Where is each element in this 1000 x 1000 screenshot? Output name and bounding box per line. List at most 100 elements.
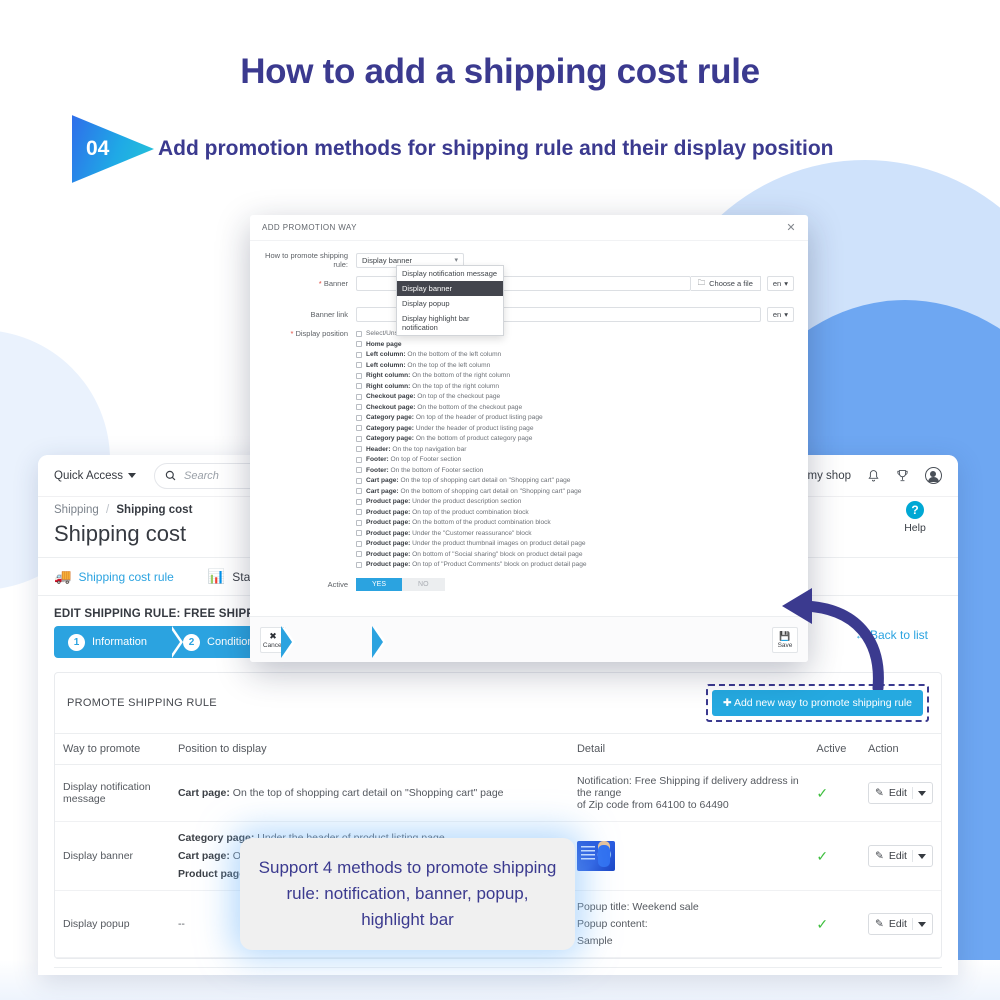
display-position-item-22[interactable]: Product page: On top of "Product Comment… — [356, 560, 794, 569]
add-new-promotion-button[interactable]: ✚ Add new way to promote shipping rule — [711, 690, 923, 716]
dropdown-option-highlight-bar[interactable]: Display highlight bar notification — [397, 311, 503, 335]
display-position-item-label-13: Footer: On the bottom of Footer section — [366, 466, 484, 474]
display-position-item-17[interactable]: Product page: On top of the product comb… — [356, 508, 794, 517]
dropdown-option-notification[interactable]: Display notification message — [397, 266, 503, 281]
display-position-item-label-8: Category page: On top of the header of p… — [366, 414, 543, 421]
row3-detail-line-1: Popup title: Weekend sale — [576, 901, 699, 913]
toggle-yes[interactable]: YES — [356, 577, 403, 591]
promote-method-dropdown[interactable]: Display notification message Display ban… — [396, 265, 504, 336]
checkbox-icon[interactable] — [356, 414, 362, 421]
row1-way: Display notification message — [55, 764, 170, 822]
modal-body: How to promote shipping rule: Display ba… — [250, 241, 808, 591]
banner-link-lang-selector[interactable]: en ▾ — [766, 307, 794, 322]
checkbox-icon[interactable] — [356, 456, 362, 463]
checkbox-icon[interactable] — [356, 341, 362, 347]
active-toggle[interactable]: YES NO — [356, 577, 445, 591]
toggle-no[interactable]: NO — [402, 577, 445, 591]
row2-way: Display banner — [55, 821, 170, 891]
checkbox-icon[interactable] — [356, 509, 362, 515]
col-way-to-promote: Way to promote — [55, 734, 170, 765]
dropdown-option-popup[interactable]: Display popup — [397, 296, 503, 311]
banner-lang-selector[interactable]: en ▾ — [766, 276, 794, 291]
display-position-item-label-12: Footer: On top of Footer section — [366, 456, 462, 463]
display-position-item-10[interactable]: Category page: On the bottom of product … — [356, 434, 794, 443]
display-position-item-11[interactable]: Header: On the top navigation bar — [356, 445, 794, 454]
display-position-item-3[interactable]: Left column: On the top of the left colu… — [356, 361, 794, 370]
modal-title: ADD PROMOTION WAY — [262, 223, 357, 232]
checkbox-icon[interactable] — [356, 404, 362, 410]
checkbox-icon[interactable] — [356, 393, 362, 400]
banner-row: * Banner 🗀 Choose a file en ▾ — [264, 276, 794, 291]
active-label: Active — [327, 579, 348, 589]
checkbox-icon[interactable] — [356, 551, 362, 557]
tab-shipping-cost-rule[interactable]: 🚚 Shipping cost rule — [54, 568, 174, 585]
chevron-down-icon: ▾ — [784, 310, 788, 319]
close-icon[interactable]: ✕ — [786, 221, 796, 234]
display-position-item-9[interactable]: Category page: Under the header of produ… — [356, 424, 794, 433]
checkbox-icon[interactable] — [356, 561, 362, 568]
checkbox-icon[interactable] — [356, 351, 362, 358]
display-position-item-16[interactable]: Product page: Under the product descript… — [356, 497, 794, 506]
display-position-item-4[interactable]: Right column: On the bottom of the right… — [356, 371, 794, 380]
chevron-down-icon: ▾ — [784, 279, 788, 288]
bell-icon[interactable] — [867, 469, 880, 483]
breadcrumb-parent[interactable]: Shipping — [54, 504, 99, 516]
checkbox-icon[interactable] — [356, 498, 362, 505]
checkbox-icon[interactable] — [356, 372, 362, 379]
display-position-item-6[interactable]: Checkout page: On top of the checkout pa… — [356, 392, 794, 401]
folder-icon: 🗀 — [697, 278, 706, 287]
display-position-item-8[interactable]: Category page: On top of the header of p… — [356, 413, 794, 422]
display-position-item-12[interactable]: Footer: On top of Footer section — [356, 455, 794, 464]
display-position-item-7[interactable]: Checkout page: On the bottom of the chec… — [356, 403, 794, 412]
tab-shipping-cost-rule-label: Shipping cost rule — [78, 569, 174, 584]
quick-access-label: Quick Access — [54, 469, 124, 482]
checkbox-icon[interactable] — [356, 330, 362, 337]
display-position-item-5[interactable]: Right column: On the top of the right co… — [356, 382, 794, 391]
checkbox-icon[interactable] — [356, 477, 362, 484]
edit-button[interactable]: ✎ Edit — [868, 782, 933, 804]
display-position-item-label-5: Right column: On the top of the right co… — [366, 382, 500, 390]
display-position-item-19[interactable]: Product page: Under the "Customer reassu… — [356, 529, 794, 538]
checkbox-icon[interactable] — [356, 362, 362, 368]
promote-method-label: How to promote shipping rule: — [265, 251, 348, 269]
checkbox-icon[interactable] — [356, 467, 362, 473]
table-row: Display notification message Cart page: … — [55, 764, 941, 822]
display-position-item-21[interactable]: Product page: On bottom of "Social shari… — [356, 550, 794, 559]
dropdown-option-banner[interactable]: Display banner — [397, 281, 503, 296]
divider — [911, 918, 913, 930]
display-position-item-18[interactable]: Product page: On the bottom of the produ… — [356, 518, 794, 527]
display-position-item-label-2: Left column: On the bottom of the left c… — [366, 351, 502, 358]
quick-access-menu[interactable]: Quick Access — [54, 469, 137, 482]
checkbox-icon[interactable] — [356, 488, 362, 494]
page-title: How to add a shipping cost rule — [240, 52, 760, 91]
help-button[interactable]: ? Help — [894, 501, 936, 534]
checkbox-icon[interactable] — [356, 383, 362, 389]
wizard-step-information[interactable]: 1 Information — [54, 626, 184, 658]
col-position-to-display: Position to display — [169, 734, 569, 765]
display-position-item-label-17: Product page: On top of the product comb… — [366, 508, 529, 516]
checkbox-icon[interactable] — [356, 530, 362, 536]
truck-icon: 🚚 — [54, 568, 72, 584]
display-position-item-15[interactable]: Cart page: On the bottom of shopping car… — [356, 487, 794, 496]
display-position-item-13[interactable]: Footer: On the bottom of Footer section — [356, 466, 794, 475]
display-position-item-label-22: Product page: On top of "Product Comment… — [366, 561, 587, 568]
edit-button[interactable]: ✎ Edit — [868, 845, 933, 867]
modal-footer: ✖ Cancel 💾 Save — [250, 616, 808, 662]
trophy-icon[interactable] — [896, 469, 909, 483]
avatar-icon[interactable] — [925, 467, 942, 484]
choose-file-button[interactable]: 🗀 Choose a file — [690, 276, 761, 291]
edit-button[interactable]: ✎ Edit — [868, 913, 933, 935]
display-position-item-1[interactable]: Home page — [356, 340, 794, 349]
display-position-item-14[interactable]: Cart page: On the top of shopping cart d… — [356, 476, 794, 485]
display-position-item-20[interactable]: Product page: Under the product thumbnai… — [356, 539, 794, 548]
checkbox-icon[interactable] — [356, 425, 362, 431]
checkbox-icon[interactable] — [356, 435, 362, 442]
checkbox-icon[interactable] — [356, 540, 362, 547]
modal-header: ADD PROMOTION WAY ✕ — [250, 215, 808, 241]
checkbox-icon[interactable] — [356, 519, 362, 526]
callout-bubble: Support 4 methods to promote shipping ru… — [240, 838, 575, 950]
checkbox-icon[interactable] — [356, 446, 362, 452]
promote-method-row: How to promote shipping rule: Display ba… — [264, 251, 794, 269]
display-position-item-2[interactable]: Left column: On the bottom of the left c… — [356, 350, 794, 359]
edit-label: Edit — [888, 850, 907, 862]
